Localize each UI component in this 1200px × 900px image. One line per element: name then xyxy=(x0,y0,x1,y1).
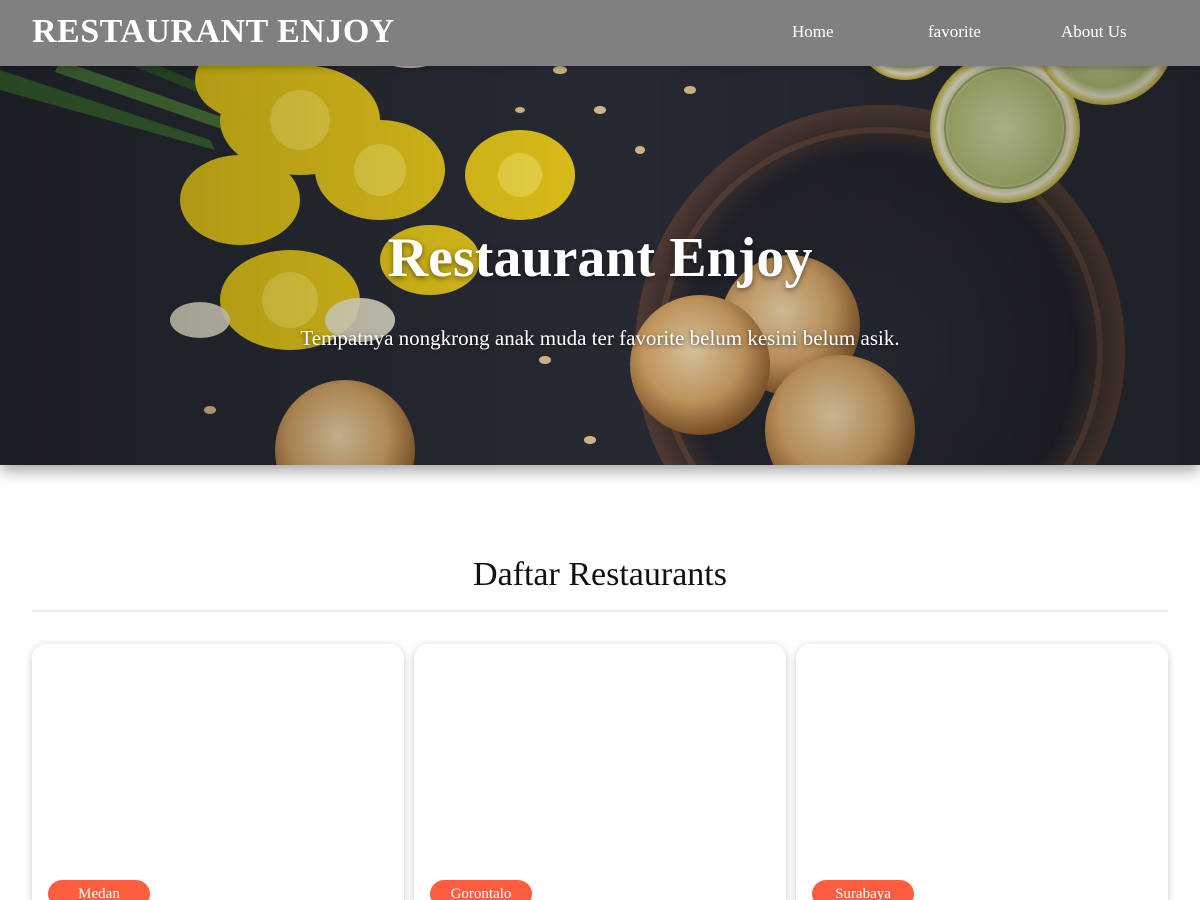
restaurant-card[interactable]: Gorontalo xyxy=(414,644,786,900)
city-badge: Gorontalo xyxy=(430,880,532,900)
nav-favorite-link[interactable]: favorite xyxy=(928,22,981,42)
hero-tagline: Tempatnya nongkrong anak muda ter favori… xyxy=(300,326,900,350)
nav-about-us-link[interactable]: About Us xyxy=(1061,22,1127,42)
nav-home-link[interactable]: Home xyxy=(792,22,834,42)
hero-section: RESTAURANT ENJOY Home favorite About Us … xyxy=(0,0,1200,465)
section-title: Daftar Restaurants xyxy=(473,556,727,593)
restaurant-image xyxy=(32,644,404,864)
restaurant-card[interactable]: Medan xyxy=(32,644,404,900)
hero-title: Restaurant Enjoy xyxy=(387,227,813,289)
brand-logo-link[interactable]: RESTAURANT ENJOY xyxy=(32,13,395,51)
restaurant-card[interactable]: Surabaya xyxy=(796,644,1168,900)
restaurant-image xyxy=(796,644,1168,864)
city-badge: Surabaya xyxy=(812,880,914,900)
city-badge: Medan xyxy=(48,880,150,900)
section-divider xyxy=(32,610,1168,612)
restaurant-image xyxy=(414,644,786,864)
top-navbar: RESTAURANT ENJOY Home favorite About Us xyxy=(0,0,1200,66)
